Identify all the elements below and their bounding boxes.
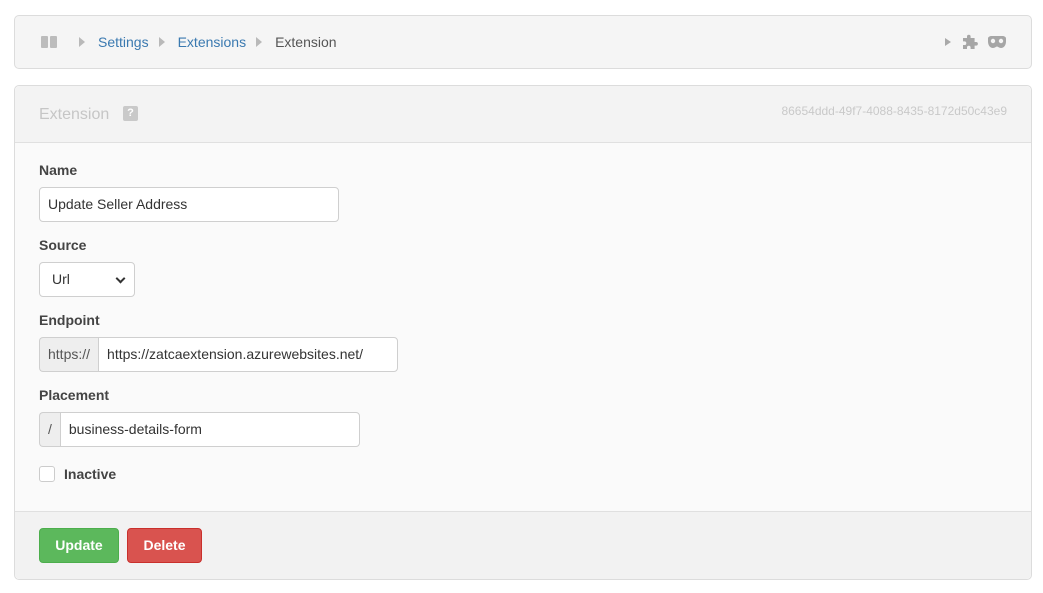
placement-input-group: / business-details-form: [39, 412, 360, 447]
mask-icon[interactable]: [987, 35, 1007, 49]
source-selected-value: Url: [52, 271, 70, 287]
breadcrumb-extensions[interactable]: Extensions: [178, 34, 246, 50]
inactive-checkbox[interactable]: [39, 466, 55, 482]
chevron-down-icon: [115, 273, 126, 284]
name-input[interactable]: Update Seller Address: [39, 187, 339, 222]
breadcrumb-actions: [945, 16, 1007, 68]
name-label: Name: [39, 162, 78, 178]
breadcrumb-settings[interactable]: Settings: [98, 34, 149, 50]
chevron-right-icon: [256, 37, 263, 47]
panel-title: Extension: [39, 106, 110, 123]
record-id: 86654ddd-49f7-4088-8435-8172d50c43e9: [781, 104, 1007, 118]
inactive-row: Inactive: [39, 466, 116, 482]
panel-toggle-icon[interactable]: [41, 36, 57, 48]
endpoint-input-group: https:// https://zatcaextension.azureweb…: [39, 337, 399, 372]
puzzle-icon[interactable]: [961, 34, 981, 50]
placement-label: Placement: [39, 387, 110, 403]
panel-footer: Update Delete: [15, 511, 1031, 579]
chevron-right-icon: [79, 37, 85, 47]
delete-button[interactable]: Delete: [127, 528, 202, 563]
play-icon[interactable]: [945, 38, 951, 46]
breadcrumb-current: Extension: [275, 34, 337, 50]
source-label: Source: [39, 237, 87, 253]
breadcrumb-bar: Settings Extensions Extension: [14, 15, 1032, 69]
chevron-right-icon: [158, 37, 165, 47]
placement-input[interactable]: business-details-form: [59, 412, 360, 447]
help-icon[interactable]: ?: [123, 106, 138, 121]
panel-header: Extension ? 86654ddd-49f7-4088-8435-8172…: [15, 86, 1031, 143]
endpoint-label: Endpoint: [39, 312, 100, 328]
source-select[interactable]: Url: [39, 262, 135, 297]
breadcrumb: Settings Extensions Extension: [41, 16, 337, 68]
endpoint-prefix: https://: [39, 337, 99, 372]
placement-prefix: /: [39, 412, 60, 447]
inactive-label[interactable]: Inactive: [64, 466, 116, 482]
extension-panel: Extension ? 86654ddd-49f7-4088-8435-8172…: [14, 85, 1032, 580]
update-button[interactable]: Update: [39, 528, 119, 563]
endpoint-input[interactable]: https://zatcaextension.azurewebsites.net…: [98, 337, 399, 372]
